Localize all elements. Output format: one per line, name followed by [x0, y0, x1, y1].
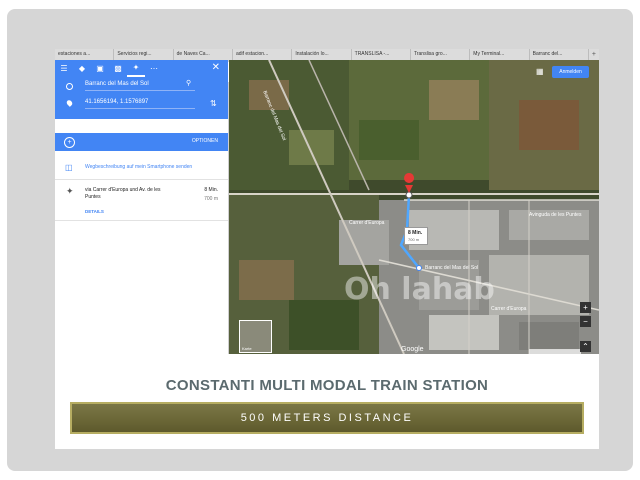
more-icon[interactable]: ⋯	[145, 60, 163, 77]
menu-icon[interactable]: ☰	[55, 60, 73, 77]
watermark-text: Oh lahab	[344, 272, 495, 307]
destination-pin-icon	[65, 99, 74, 107]
slide-title: CONSTANTI MULTI MODAL TRAIN STATION	[165, 377, 489, 394]
google-logo: Google	[401, 346, 424, 353]
badge-distance: 700 m	[408, 237, 420, 242]
new-tab-button[interactable]: +	[589, 49, 599, 60]
street-label: Avinguda de les Puntes	[529, 212, 582, 218]
browser-tab[interactable]: Translisa gro...	[411, 49, 471, 60]
distance-banner: 500 METERS DISTANCE	[70, 402, 584, 434]
badge-time: 8 Min.	[408, 230, 423, 236]
add-destination-icon[interactable]: +	[64, 137, 75, 148]
satellite-map[interactable]: ▦ Anmelden Barranc del Mas del Sol Carre…	[229, 60, 599, 354]
car-icon[interactable]: ▣	[91, 60, 109, 77]
transit-icon[interactable]: ▩	[109, 60, 127, 77]
slide: estaciones a... Servicios regi... de Nav…	[55, 49, 599, 449]
options-row: + OPTIONEN	[55, 133, 228, 151]
close-icon[interactable]: ✕	[212, 62, 220, 73]
layer-toggle-thumbnail[interactable]: Karte	[239, 320, 272, 353]
origin-dot-icon	[66, 83, 73, 90]
distance-text: 500 METERS DISTANCE	[240, 412, 414, 424]
swap-icon[interactable]: ⇅	[210, 99, 217, 108]
route-option[interactable]: ✦ via Carrer d'Europa und Av. de les Pun…	[55, 180, 228, 221]
zoom-in-button[interactable]: +	[580, 302, 591, 313]
slide-frame: estaciones a... Servicios regi... de Nav…	[7, 9, 633, 471]
apps-grid-icon[interactable]: ▦	[536, 67, 544, 76]
map-imagery	[229, 60, 599, 354]
map-footer-bar	[529, 349, 581, 354]
directions-icon[interactable]: ◆	[73, 60, 91, 77]
browser-tab-strip: estaciones a... Servicios regi... de Nav…	[55, 49, 599, 60]
layer-toggle-label: Karte	[242, 346, 252, 351]
route-time-badge: 8 Min. 700 m	[404, 227, 428, 245]
browser-tab[interactable]: de Naves Ca...	[174, 49, 233, 60]
expand-icon[interactable]: ⌃	[580, 341, 591, 352]
directions-header: ☰ ◆ ▣ ▩ ✦ ⋯ ✕ Barranc del Mas del Sol ⚲ …	[55, 60, 228, 119]
send-to-phone-link[interactable]: Wegbeschreibung auf mein Smartphone send…	[85, 164, 192, 170]
travel-mode-row: ☰ ◆ ▣ ▩ ✦ ⋯	[55, 60, 228, 77]
zoom-out-button[interactable]: −	[580, 316, 591, 327]
search-icon[interactable]: ⚲	[186, 79, 191, 87]
route-time: 8 Min.	[204, 187, 218, 193]
signin-button[interactable]: Anmelden	[552, 66, 589, 78]
walk-route-icon: ✦	[66, 186, 74, 196]
street-label: Carrer d'Europa	[349, 220, 385, 226]
browser-tab[interactable]: TRANSLISA -...	[352, 49, 411, 60]
details-link[interactable]: DETAILS	[85, 209, 104, 214]
options-button[interactable]: OPTIONEN	[192, 138, 218, 144]
route-distance: 700 m	[204, 196, 218, 202]
browser-tab[interactable]: Servicios regi...	[114, 49, 174, 60]
street-label: Carrer d'Europa	[491, 306, 527, 312]
browser-tab[interactable]: adif estacion...	[233, 49, 293, 60]
browser-tab[interactable]: estaciones a...	[55, 49, 115, 60]
walk-icon[interactable]: ✦	[127, 60, 145, 77]
send-to-phone-row[interactable]: ◫ Wegbeschreibung auf mein Smartphone se…	[55, 157, 228, 180]
origin-input[interactable]: Barranc del Mas del Sol	[85, 78, 195, 91]
browser-tab[interactable]: Instalación lo...	[292, 49, 352, 60]
destination-input[interactable]: 41.1656194, 1.1576897	[85, 96, 195, 109]
browser-tab[interactable]: My Terminal...	[470, 49, 530, 60]
route-name: via Carrer d'Europa und Av. de les Punte…	[85, 187, 161, 200]
destination-label: Barranc del Mas del Sol	[425, 265, 479, 271]
phone-icon: ◫	[65, 163, 73, 172]
directions-panel: ☰ ◆ ▣ ▩ ✦ ⋯ ✕ Barranc del Mas del Sol ⚲ …	[55, 60, 229, 354]
browser-tab[interactable]: Barranc del...	[530, 49, 589, 60]
